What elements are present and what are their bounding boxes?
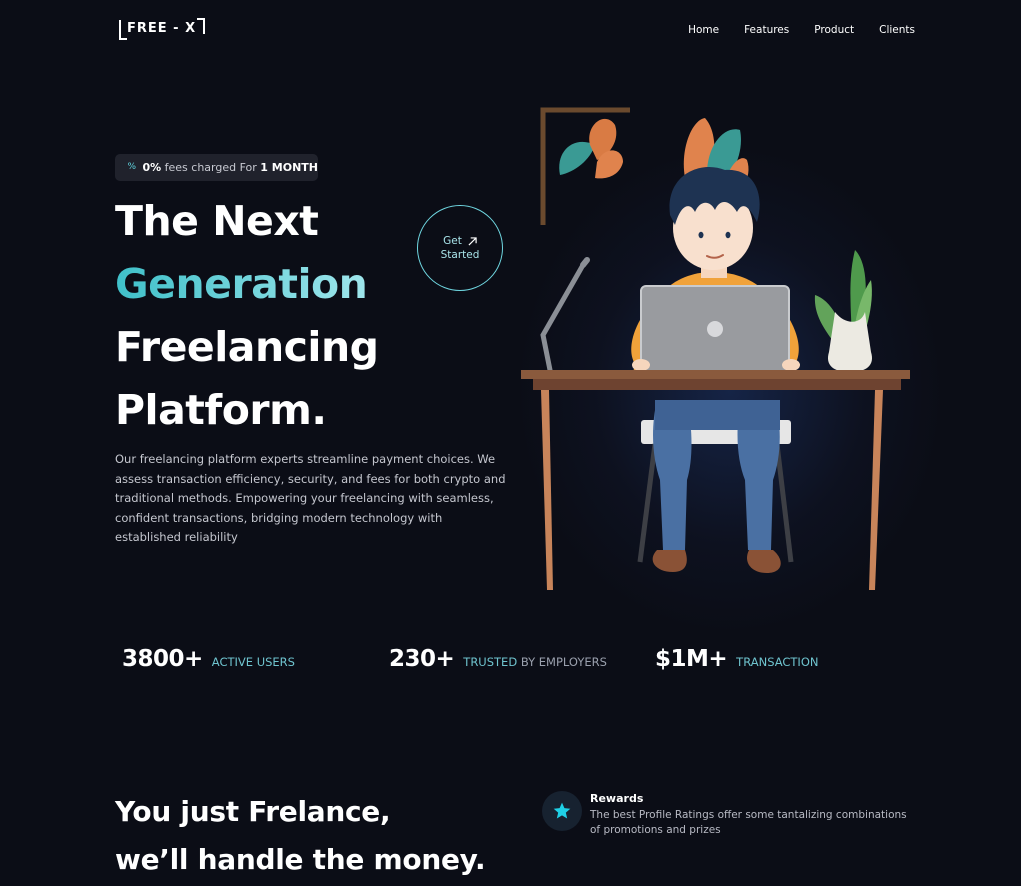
section-heading: You just Frelance, we’ll handle the mone… — [115, 788, 486, 884]
section-heading-line-2: we’ll handle the money. — [115, 843, 486, 876]
badge-period: 1 MONTH — [260, 161, 318, 174]
headline-line-2: Generation — [115, 253, 379, 316]
logo[interactable]: FREE - X — [119, 18, 205, 42]
cta-label-2: Started — [440, 249, 480, 261]
logo-bracket-right — [197, 18, 205, 34]
get-started-button[interactable]: Get Started — [417, 205, 503, 291]
hanging-plant — [559, 118, 623, 179]
headline-gradient-word: Generation — [115, 260, 368, 308]
logo-text: FREE - X — [127, 21, 197, 36]
stat-number: 230+ — [389, 646, 455, 672]
laptop — [640, 285, 790, 373]
hero-headline: The Next Generation Freelancing Platform… — [115, 190, 379, 442]
nav-clients[interactable]: Clients — [879, 24, 915, 36]
rewards-icon-badge — [542, 791, 582, 831]
stat-label: ACTIVE USERS — [211, 655, 295, 669]
rewards-text: The best Profile Ratings offer some tant… — [590, 809, 907, 836]
stat-transaction: $1M+ TRANSACTION — [655, 646, 818, 672]
headline-line-3: Freelancing — [115, 323, 379, 371]
legs — [652, 400, 781, 573]
nav-product[interactable]: Product — [814, 24, 854, 36]
stat-active-users: 3800+ ACTIVE USERS — [122, 646, 295, 672]
freelancer-illustration — [521, 107, 910, 590]
badge-text: fees charged For — [161, 161, 261, 174]
cta-row: Get — [443, 234, 477, 248]
stat-label-accent: TRUSTED — [463, 655, 518, 669]
stat-label-rest: BY EMPLOYERS — [517, 655, 607, 669]
stat-label: TRANSACTION — [736, 655, 819, 669]
star-icon — [553, 802, 571, 819]
nav-home[interactable]: Home — [688, 24, 719, 36]
rewards-title: Rewards — [590, 792, 644, 805]
top-nav: Home Features Product Clients — [688, 24, 915, 36]
arrow-up-right-icon — [468, 236, 477, 246]
stat-number: $1M+ — [655, 646, 728, 672]
cta-label-1: Get — [443, 235, 462, 247]
section-heading-line-1: You just Frelance, — [115, 795, 391, 828]
headline-line-1: The Next — [115, 197, 319, 245]
stat-label: TRUSTED BY EMPLOYERS — [463, 655, 607, 669]
badge-pct: 0% — [142, 161, 162, 174]
desk-lamp — [540, 257, 590, 373]
stat-employers: 230+ TRUSTED BY EMPLOYERS — [389, 646, 607, 672]
logo-bracket-left — [119, 20, 127, 40]
stat-number: 3800+ — [122, 646, 203, 672]
nav-features[interactable]: Features — [744, 24, 789, 36]
headline-line-4: Platform. — [115, 386, 327, 434]
promo-badge: % 0% fees charged For 1 MONTH — [115, 154, 318, 181]
percent-icon: % — [127, 162, 137, 172]
hero-description: Our freelancing platform experts streaml… — [115, 452, 506, 544]
potted-plant — [814, 250, 873, 372]
